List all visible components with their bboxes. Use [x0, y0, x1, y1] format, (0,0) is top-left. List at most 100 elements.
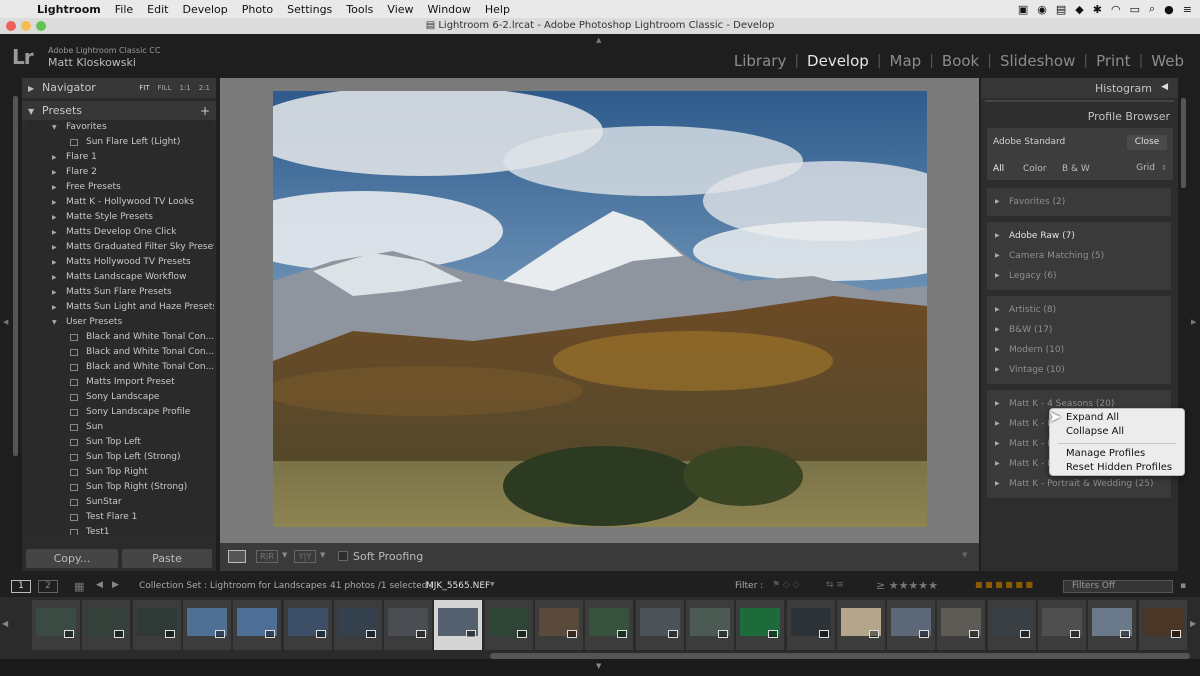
- filmstrip-thumbnail[interactable]: [535, 600, 583, 650]
- airplay-icon[interactable]: ▭: [1130, 3, 1140, 16]
- filmstrip-thumbnail[interactable]: [1088, 600, 1137, 650]
- disclosure-closed-icon[interactable]: ▶: [52, 195, 57, 210]
- evernote-icon[interactable]: ◆: [1075, 3, 1083, 16]
- right-panel-scrollbar[interactable]: [1181, 98, 1186, 188]
- preset-folder[interactable]: ▼ Favorites: [26, 120, 214, 135]
- edit-filters-icon[interactable]: ⇆ ≡: [826, 580, 844, 590]
- grid-icon[interactable]: ▦: [74, 580, 84, 593]
- preset-item[interactable]: Sony Landscape: [26, 390, 214, 405]
- filmstrip-scroll-right-icon[interactable]: ▶: [1190, 619, 1196, 628]
- histogram-header[interactable]: Histogram ◀: [981, 78, 1178, 98]
- left-panel-scrollbar[interactable]: [13, 96, 18, 456]
- preset-item[interactable]: Test Flare 1: [26, 510, 214, 525]
- collapse-top-panel-icon[interactable]: ▲: [596, 36, 601, 44]
- display-icon[interactable]: ▤: [1056, 3, 1066, 16]
- before-after-lr-button[interactable]: R|R: [256, 550, 278, 563]
- filmstrip-thumbnail[interactable]: [182, 600, 231, 650]
- profile-group-item[interactable]: ▶ Artistic (8): [987, 301, 1171, 319]
- preset-folder[interactable]: ▶ Matts Sun Flare Presets: [26, 285, 214, 300]
- module-print[interactable]: Print: [1090, 52, 1137, 70]
- disclosure-closed-icon[interactable]: ▶: [52, 255, 57, 270]
- back-arrow-icon[interactable]: ◀: [96, 580, 103, 590]
- preset-item[interactable]: Black and White Tonal Con...: [26, 360, 214, 375]
- minimize-window-button[interactable]: [21, 21, 31, 31]
- filmstrip-thumbnail[interactable]: [736, 600, 785, 650]
- main-window-button[interactable]: 1: [11, 580, 31, 593]
- disclosure-closed-icon[interactable]: ▶: [52, 270, 57, 285]
- filmstrip-thumbnail[interactable]: [333, 600, 382, 650]
- filmstrip-thumbnail[interactable]: [987, 600, 1036, 650]
- siri-icon[interactable]: ●: [1164, 3, 1174, 16]
- preset-folder[interactable]: ▶ Matts Sun Light and Haze Presets: [26, 300, 214, 315]
- preset-item[interactable]: Sun Top Right (Strong): [26, 480, 214, 495]
- preset-item[interactable]: Sun Top Left (Strong): [26, 450, 214, 465]
- zoom-1-1[interactable]: 1:1: [179, 78, 190, 98]
- copy-button[interactable]: Copy...: [26, 549, 118, 568]
- menu-manage-profiles[interactable]: Manage Profiles: [1066, 448, 1145, 459]
- menu-photo[interactable]: Photo: [235, 3, 280, 16]
- menu-help[interactable]: Help: [478, 3, 517, 16]
- module-library[interactable]: Library: [728, 52, 792, 70]
- presets-header[interactable]: ▼ Presets +: [22, 101, 216, 121]
- wifi-icon[interactable]: ◠: [1111, 3, 1121, 16]
- filter-color[interactable]: Color: [1023, 164, 1047, 174]
- preset-folder[interactable]: ▼ User Presets: [26, 315, 214, 330]
- menu-window[interactable]: Window: [421, 3, 478, 16]
- preset-folder[interactable]: ▶ Matts Graduated Filter Sky Presets: [26, 240, 214, 255]
- filters-off-select[interactable]: Filters Off: [1063, 580, 1173, 593]
- filter-bw[interactable]: B & W: [1062, 164, 1090, 174]
- filmstrip-thumbnail[interactable]: [937, 600, 986, 650]
- filmstrip-thumbnail[interactable]: [434, 600, 483, 650]
- close-profile-browser-button[interactable]: Close: [1127, 135, 1167, 150]
- selected-filename[interactable]: MJK_5565.NEF: [426, 581, 490, 591]
- profile-group-item[interactable]: ▶ Favorites (2): [987, 193, 1171, 211]
- profile-group-item[interactable]: ▶ Matt K - Portrait & Wedding (25): [987, 475, 1171, 493]
- filmstrip-thumbnail[interactable]: [1038, 600, 1086, 650]
- lock-icon[interactable]: ▪: [1180, 581, 1186, 591]
- menu-app[interactable]: Lightroom: [30, 3, 108, 16]
- filmstrip-thumbnail[interactable]: [233, 600, 282, 650]
- profile-group-item[interactable]: ▶ Modern (10): [987, 341, 1171, 359]
- filmstrip-thumbnail[interactable]: [585, 600, 634, 650]
- filmstrip-thumbnail[interactable]: [484, 600, 533, 650]
- soft-proofing-checkbox[interactable]: [338, 551, 348, 561]
- disclosure-closed-icon[interactable]: ▶: [52, 210, 57, 225]
- close-window-button[interactable]: [6, 21, 16, 31]
- preset-item[interactable]: Test1: [26, 525, 214, 535]
- filmstrip-thumbnail[interactable]: [132, 600, 181, 650]
- disclosure-closed-icon[interactable]: ▶: [52, 300, 57, 315]
- zoom-fit[interactable]: FIT: [139, 78, 149, 98]
- disclosure-closed-icon[interactable]: ▶: [52, 225, 57, 240]
- preset-item[interactable]: Black and White Tonal Con...: [26, 330, 214, 345]
- preset-folder[interactable]: ▶ Matts Landscape Workflow: [26, 270, 214, 285]
- preset-folder[interactable]: ▶ Matts Hollywood TV Presets: [26, 255, 214, 270]
- view-mode-select[interactable]: Grid: [1136, 163, 1155, 173]
- preset-item[interactable]: Black and White Tonal Con...: [26, 345, 214, 360]
- zoom-window-button[interactable]: [36, 21, 46, 31]
- disclosure-closed-icon[interactable]: ▶: [52, 180, 57, 195]
- paste-button[interactable]: Paste: [122, 549, 212, 568]
- preset-item[interactable]: Matts Import Preset: [26, 375, 214, 390]
- preset-folder[interactable]: ▶ Flare 2: [26, 165, 214, 180]
- collapse-bottom-panel-icon[interactable]: ▼: [596, 662, 601, 670]
- creative-cloud-icon[interactable]: ◉: [1037, 3, 1047, 16]
- disclosure-open-icon[interactable]: ▼: [52, 120, 57, 135]
- disclosure-open-icon[interactable]: ▼: [52, 315, 57, 330]
- module-develop[interactable]: Develop: [801, 52, 875, 70]
- menu-file[interactable]: File: [108, 3, 140, 16]
- rating-filter-stars-icon[interactable]: ≥ ★★★★★: [876, 579, 938, 592]
- preset-folder[interactable]: ▶ Matts Develop One Click: [26, 225, 214, 240]
- module-slideshow[interactable]: Slideshow: [994, 52, 1081, 70]
- photo-preview[interactable]: [273, 91, 927, 527]
- chevron-updown-icon[interactable]: ⇕: [1161, 164, 1167, 172]
- color-label-filter-icon[interactable]: ■ ■ ■ ■ ■ ■: [975, 580, 1033, 589]
- preset-item[interactable]: Sun Top Right: [26, 465, 214, 480]
- filmstrip-thumbnail[interactable]: [635, 600, 684, 650]
- menu-develop[interactable]: Develop: [175, 3, 234, 16]
- filmstrip-thumbnail[interactable]: [82, 600, 131, 650]
- preset-folder[interactable]: ▶ Matte Style Presets: [26, 210, 214, 225]
- disclosure-closed-icon[interactable]: ▶: [52, 240, 57, 255]
- menu-view[interactable]: View: [380, 3, 420, 16]
- toolbar-menu-icon[interactable]: ▼: [962, 551, 967, 559]
- profile-group-item[interactable]: ▶ Legacy (6): [987, 267, 1171, 285]
